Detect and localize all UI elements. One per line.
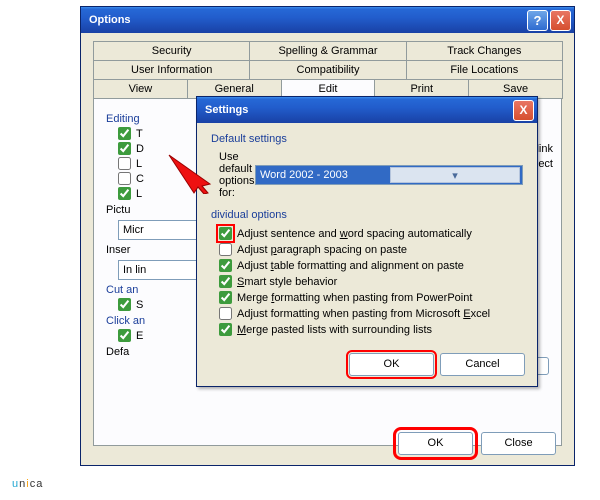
options-close-btn[interactable]: Close (481, 432, 556, 455)
settings-titlebar: Settings X (197, 97, 537, 123)
options-button-bar: OK Close (398, 432, 556, 455)
option-checkbox[interactable] (219, 227, 232, 240)
option-label: Adjust formatting when pasting from Micr… (237, 308, 490, 320)
tab-track-changes[interactable]: Track Changes (406, 41, 563, 60)
option-label: Adjust sentence and word spacing automat… (237, 228, 472, 240)
option-row: Smart style behavior (219, 275, 523, 288)
check-l2[interactable] (118, 187, 131, 200)
option-label: Adjust table formatting and alignment on… (237, 260, 464, 272)
settings-button-bar: OK Cancel (197, 349, 537, 386)
option-checkbox[interactable] (219, 291, 232, 304)
chevron-down-icon: ▾ (390, 167, 520, 183)
options-close-button[interactable]: X (550, 10, 571, 31)
options-title: Options (89, 14, 527, 26)
defa-label: Defa (106, 346, 148, 358)
unica-logo: unica (12, 462, 43, 494)
option-label: Merge formatting when pasting from Power… (237, 292, 472, 304)
option-label: Adjust paragraph spacing on paste (237, 244, 407, 256)
check-l1[interactable] (118, 157, 131, 170)
check-d[interactable] (118, 142, 131, 155)
option-row: Adjust table formatting and alignment on… (219, 259, 523, 272)
settings-cancel-button[interactable]: Cancel (440, 353, 525, 376)
option-checkbox[interactable] (219, 243, 232, 256)
default-combo-value: Word 2002 - 2003 (260, 169, 390, 181)
check-c[interactable] (118, 172, 131, 185)
options-ok-button[interactable]: OK (398, 432, 473, 455)
individual-group: dividual options (211, 209, 523, 221)
inser-label: Inser (106, 244, 148, 256)
tab-file-locations[interactable]: File Locations (406, 60, 563, 79)
pictu-label: Pictu (106, 204, 148, 216)
tab-view[interactable]: View (93, 79, 188, 99)
options-titlebar: Options ? X (81, 7, 574, 33)
tab-row-2: User Information Compatibility File Loca… (93, 60, 562, 79)
check-t[interactable] (118, 127, 131, 140)
tab-spelling[interactable]: Spelling & Grammar (249, 41, 406, 60)
tab-security[interactable]: Security (93, 41, 250, 60)
individual-options-list: Adjust sentence and word spacing automat… (211, 227, 523, 336)
option-checkbox[interactable] (219, 323, 232, 336)
option-row: Adjust paragraph spacing on paste (219, 243, 523, 256)
option-label: Merge pasted lists with surrounding list… (237, 324, 432, 336)
check-e[interactable] (118, 329, 131, 342)
tab-row-1: Security Spelling & Grammar Track Change… (93, 41, 562, 60)
help-button[interactable]: ? (527, 10, 548, 31)
option-checkbox[interactable] (219, 307, 232, 320)
settings-close-button[interactable]: X (513, 100, 534, 121)
settings-ok-button[interactable]: OK (349, 353, 434, 376)
settings-title: Settings (205, 104, 511, 116)
option-checkbox[interactable] (219, 259, 232, 272)
settings-body: Default settings Use default options for… (197, 123, 537, 349)
default-options-combo[interactable]: Word 2002 - 2003 ▾ (255, 165, 523, 185)
tab-compatibility[interactable]: Compatibility (249, 60, 406, 79)
option-row: Adjust formatting when pasting from Micr… (219, 307, 523, 320)
default-label: Use default options for: (219, 151, 255, 199)
option-row: Merge pasted lists with surrounding list… (219, 323, 523, 336)
settings-dialog: Settings X Default settings Use default … (196, 96, 538, 387)
option-checkbox[interactable] (219, 275, 232, 288)
option-row: Merge formatting when pasting from Power… (219, 291, 523, 304)
check-s[interactable] (118, 298, 131, 311)
option-row: Adjust sentence and word spacing automat… (219, 227, 523, 240)
tab-user-info[interactable]: User Information (93, 60, 250, 79)
default-row: Use default options for: Word 2002 - 200… (219, 151, 523, 199)
option-label: Smart style behavior (237, 276, 337, 288)
default-group: Default settings (211, 133, 523, 145)
